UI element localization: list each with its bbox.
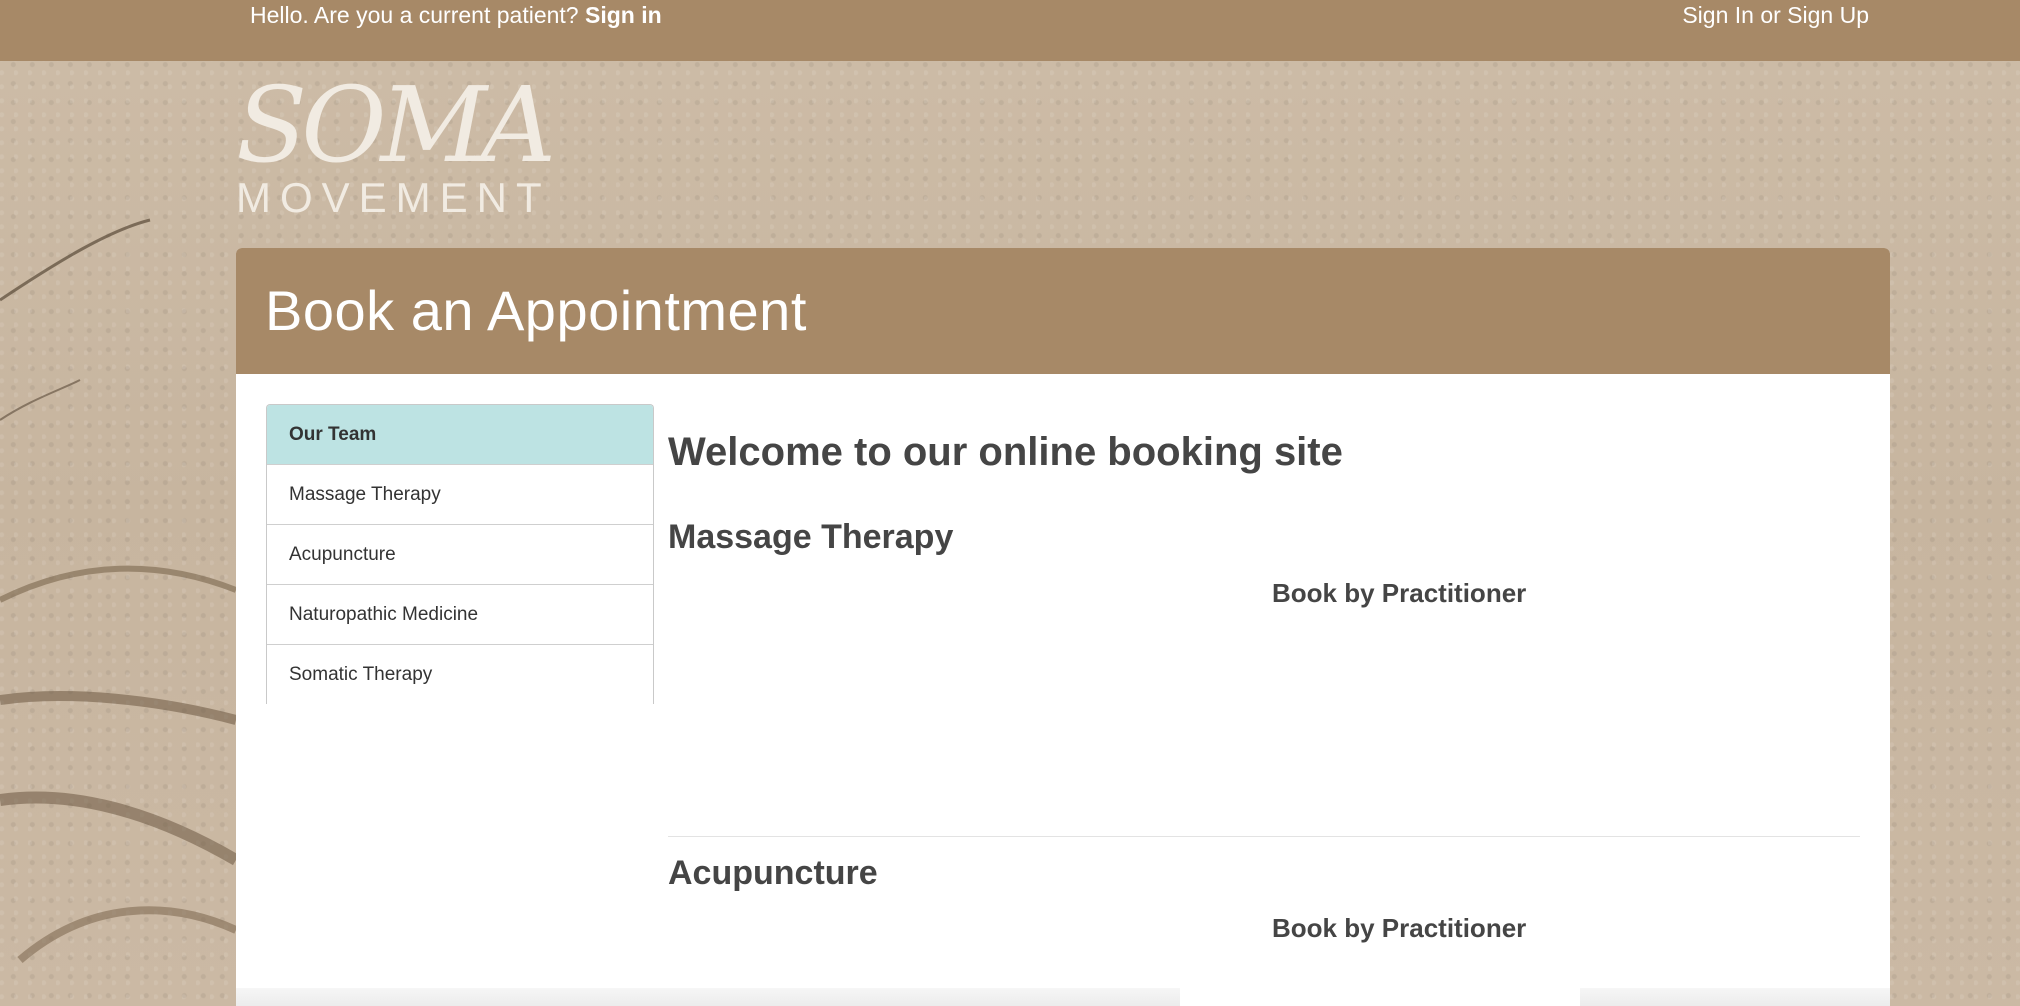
sidebar-item-somatic-therapy[interactable]: Somatic Therapy — [267, 645, 653, 704]
logo-subtitle: MOVEMENT — [236, 174, 551, 221]
soma-movement-logo[interactable]: SOMA MOVEMENT — [236, 72, 556, 222]
booking-panel: Book an Appointment Our Team Massage The… — [236, 248, 1890, 1006]
book-by-practitioner-heading: Book by Practitioner — [1272, 578, 1527, 608]
book-by-practitioner-heading: Book by Practitioner — [1272, 913, 1527, 943]
sidebar-item-naturopathic-medicine[interactable]: Naturopathic Medicine — [267, 585, 653, 645]
patient-greeting: Hello. Are you a current patient? Sign i… — [250, 2, 662, 29]
page-title: Book an Appointment — [236, 248, 1890, 374]
section-title-acupuncture: Acupuncture — [668, 854, 878, 892]
section-title-massage-therapy: Massage Therapy — [668, 518, 954, 556]
sidebar-item-our-team[interactable]: Our Team — [267, 405, 653, 465]
category-sidebar: Our Team Massage Therapy Acupuncture Nat… — [266, 404, 654, 704]
sign-in-link[interactable]: Sign in — [585, 2, 662, 28]
sidebar-item-massage-therapy[interactable]: Massage Therapy — [267, 465, 653, 525]
sign-in-or-sign-up-link[interactable]: Sign In or Sign Up — [1682, 2, 1869, 29]
welcome-heading: Welcome to our online booking site — [668, 430, 1343, 474]
content-card-edge — [1180, 988, 1580, 1006]
top-bar: Hello. Are you a current patient? Sign i… — [0, 0, 2020, 61]
logo-wordmark: SOMA — [236, 64, 556, 186]
panel-bottom-edge — [236, 988, 1890, 1006]
sidebar-item-acupuncture[interactable]: Acupuncture — [267, 525, 653, 585]
greeting-text: Hello. Are you a current patient? — [250, 2, 579, 28]
section-divider — [668, 836, 1860, 837]
